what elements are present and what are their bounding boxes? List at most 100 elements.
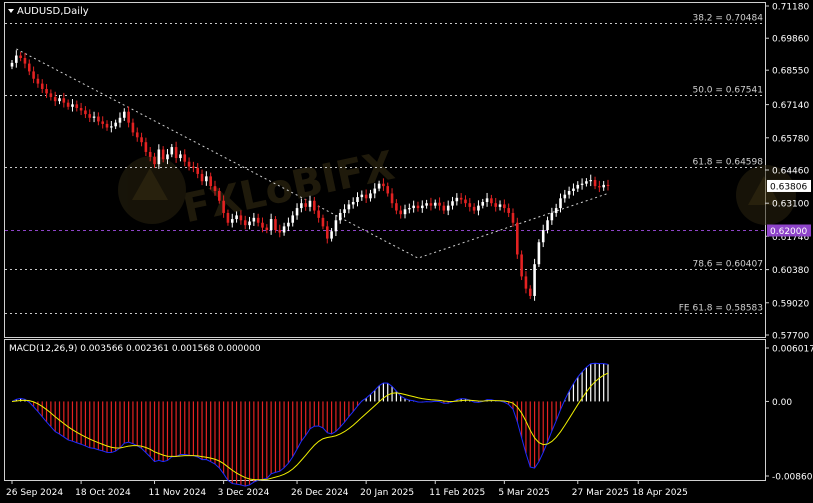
candle-body (598, 186, 601, 188)
candle-body (15, 55, 18, 63)
candle-body (369, 193, 372, 199)
candle-body (32, 71, 35, 79)
candle-body (442, 205, 446, 211)
candle-body (494, 203, 498, 207)
candle-body (412, 205, 415, 209)
fib-level-label: 50.0 = 0.67541 (692, 86, 763, 96)
candle-body (127, 111, 130, 123)
time-tick-label: 11 Nov 2024 (149, 488, 207, 498)
candle-body (148, 151, 152, 157)
candle-body (300, 203, 303, 209)
candle-body (507, 208, 510, 213)
macd-axis: 0.006017 0.00 -0.008609 (765, 345, 813, 483)
chart-menu-triangle-icon[interactable] (8, 9, 14, 13)
candle-body (209, 176, 212, 187)
candle-body (248, 221, 251, 226)
candle-body (200, 173, 204, 182)
time-tick-label: 11 Feb 2025 (429, 488, 485, 498)
candle-body (351, 201, 355, 205)
candle-body (79, 108, 83, 111)
candle-body (468, 203, 472, 207)
candle-body (390, 193, 394, 204)
candle-body (490, 198, 493, 204)
candle-body (278, 230, 282, 233)
candle-body (282, 226, 286, 233)
candle-body (66, 102, 70, 107)
candle-body (291, 215, 295, 223)
candle-body (27, 63, 31, 72)
candle-body (261, 222, 264, 228)
candle-body (472, 206, 476, 211)
candle-body (45, 88, 48, 94)
level-price-label: 0.62000 (770, 227, 807, 237)
fib-level-label: FE 61.8 = 0.58583 (679, 304, 763, 314)
time-tick-label: 20 Jan 2025 (360, 488, 414, 498)
candle-body (274, 219, 277, 231)
candle-body (304, 203, 307, 207)
candle-body (36, 78, 40, 84)
candle-body (343, 209, 346, 213)
candle-body (503, 204, 506, 209)
candle-body (589, 180, 593, 182)
candle-body (243, 220, 247, 226)
candle-body (256, 217, 260, 223)
price-tick-label: 0.60380 (772, 266, 809, 276)
candle-body (131, 122, 135, 133)
candle-body (269, 219, 273, 231)
candle-body (464, 199, 467, 204)
candle-body (122, 111, 126, 118)
candle-body (554, 208, 558, 213)
candle-body (395, 203, 398, 211)
candle-body (218, 191, 221, 201)
candle-body (338, 212, 342, 221)
candle-body (433, 202, 437, 206)
candle-body (451, 201, 454, 206)
macd-tick-label: 0.006017 (772, 345, 813, 355)
candle-body (511, 212, 515, 223)
price-tick-label: 0.68550 (772, 67, 809, 77)
time-tick-label: 3 Dec 2024 (218, 488, 270, 498)
candle-body (373, 188, 377, 194)
candle-body (222, 200, 225, 213)
candle-body (520, 254, 523, 277)
candle-body (213, 186, 217, 192)
candle-body (360, 194, 364, 198)
price-tick-label: 0.59020 (772, 299, 809, 309)
candle-body (187, 161, 191, 167)
price-tick-label: 0.69860 (772, 35, 809, 45)
macd-tick-label: -0.008609 (772, 473, 813, 483)
time-tick-label: 27 Mar 2025 (572, 488, 629, 498)
candle-body (585, 181, 588, 184)
candle-body (364, 194, 368, 199)
candle-body (230, 219, 234, 223)
candle-body (606, 184, 610, 186)
candle-body (23, 57, 27, 64)
candle-body (477, 205, 480, 211)
candle-body (287, 222, 290, 227)
current-price-label: 0.63806 (770, 182, 807, 192)
candle-body (295, 208, 299, 216)
candle-body (135, 132, 139, 138)
candle-body (382, 183, 385, 187)
candle-body (97, 116, 100, 122)
candle-body (196, 167, 200, 174)
candle-body (541, 230, 545, 243)
chart-root: FXLoBIFX 38.2 = 0.70484 50.0 = 0.67541 61.… (4, 2, 813, 498)
candle-body (602, 184, 605, 188)
candle-body (308, 200, 312, 207)
candle-body (252, 217, 256, 222)
candle-body (429, 203, 433, 206)
fib-level-label: 78.6 = 0.60407 (692, 260, 763, 270)
candle-body (101, 121, 104, 124)
candle-body (153, 156, 156, 165)
candle-body (485, 198, 489, 202)
candle-body (105, 123, 109, 128)
candle-body (174, 147, 178, 159)
candle-body (455, 197, 459, 202)
candle-body (563, 194, 567, 199)
time-tick-label: 5 Mar 2025 (498, 488, 549, 498)
candle-body (140, 137, 143, 143)
candle-body (183, 154, 187, 162)
macd-title: MACD(12,26,9) 0.003566 0.002361 0.001568… (9, 344, 261, 354)
macd-tick-label: 0.00 (772, 398, 792, 408)
